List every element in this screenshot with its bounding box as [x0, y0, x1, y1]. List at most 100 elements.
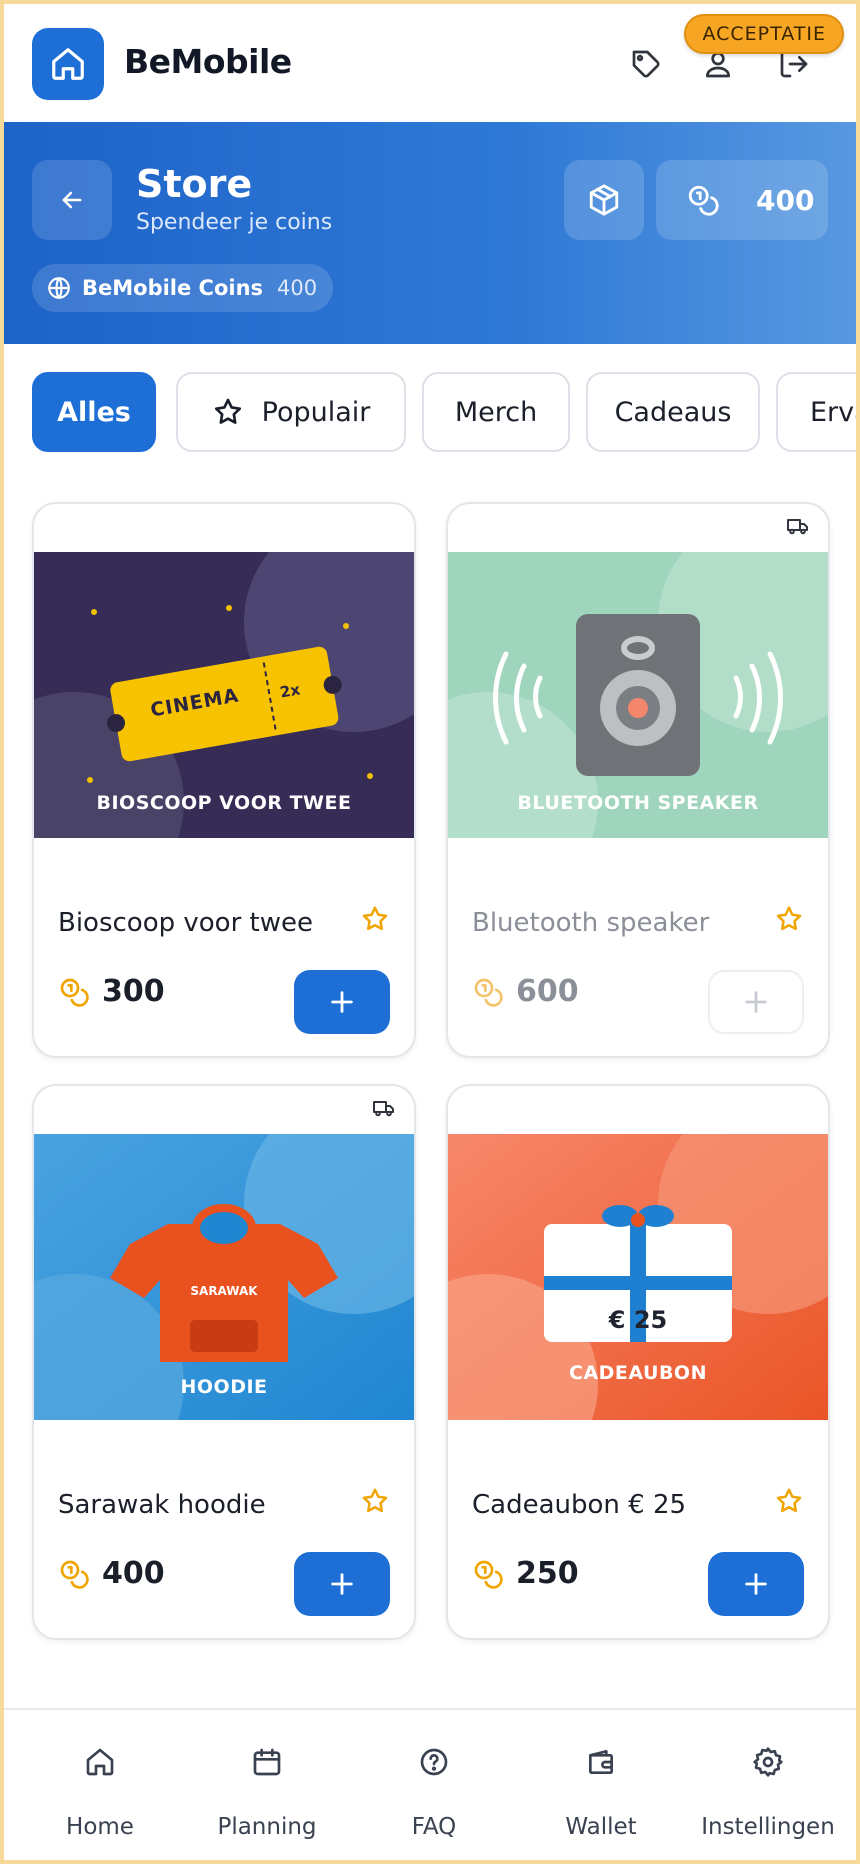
product-price-value: 300: [102, 974, 165, 1009]
back-button[interactable]: [32, 160, 112, 240]
favorite-button[interactable]: [774, 1486, 804, 1520]
nav-label: FAQ: [411, 1814, 457, 1840]
product-name: Sarawak hoodie: [58, 1490, 266, 1520]
filter-chip-merch[interactable]: Merch: [422, 372, 570, 452]
product-image-giftcard: € 25 CADEAUBON: [448, 1134, 828, 1420]
star-icon: [776, 1488, 802, 1513]
environment-badge: ACCEPTATIE: [684, 14, 844, 54]
brand-name: BeMobile: [124, 42, 292, 81]
coins-icon: [474, 1560, 503, 1589]
favorite-button[interactable]: [774, 904, 804, 938]
add-to-cart-button-disabled: [708, 970, 804, 1034]
top-bar: BeMobile ACCEPTATIE: [4, 4, 856, 122]
star-icon: [362, 1488, 388, 1513]
filter-chip-label: Populair: [261, 396, 371, 428]
filter-chip-label: Merch: [454, 396, 538, 428]
product-price: 600: [472, 974, 579, 1009]
plus-icon: [745, 991, 767, 1013]
filter-chip-cadeaus[interactable]: Cadeaus: [586, 372, 760, 452]
coins-chip-label: BeMobile Coins: [82, 276, 264, 300]
nav-item-wallet[interactable]: Wallet: [516, 1710, 686, 1860]
product-name: Bluetooth speaker: [472, 908, 710, 938]
coins-chip: BeMobile Coins 400: [32, 264, 334, 312]
nav-label: Instellingen: [701, 1814, 835, 1840]
image-caption: BIOSCOOP VOOR TWEE: [96, 792, 352, 814]
coins-icon: [60, 978, 89, 1007]
product-price-value: 250: [516, 1556, 579, 1591]
home-logo-button[interactable]: [32, 28, 104, 100]
product-name: Cadeaubon € 25: [472, 1490, 687, 1520]
hoodie-print-text: SARAWAK: [190, 1284, 258, 1298]
coins-icon: [474, 978, 503, 1007]
product-card-hoodie[interactable]: SARAWAK HOODIE Sarawak hoodie 400: [32, 1084, 416, 1640]
orders-button[interactable]: [564, 160, 644, 240]
coins-icon: [60, 1560, 89, 1589]
plus-icon: [331, 1573, 353, 1595]
product-card-speaker[interactable]: BLUETOOTH SPEAKER Bluetooth speaker 600: [446, 502, 830, 1058]
favorite-button[interactable]: [360, 904, 390, 938]
globe-icon: [48, 277, 70, 299]
nav-item-instellingen[interactable]: Instellingen: [683, 1710, 853, 1860]
nav-item-home[interactable]: Home: [15, 1710, 185, 1860]
product-price: 250: [472, 1556, 579, 1591]
arrow-left-icon: [62, 191, 82, 209]
coin-balance-value: 400: [756, 183, 815, 217]
coins-icon: [688, 185, 719, 216]
tag-icon: [632, 50, 660, 78]
nav-label: Home: [66, 1814, 134, 1840]
product-price-value: 600: [516, 974, 579, 1009]
delivery-badge: [370, 1096, 404, 1124]
home-icon: [86, 1748, 114, 1776]
filter-chip-ervaringen[interactable]: Ervaringen: [776, 372, 856, 452]
star-outline-icon: [214, 398, 241, 424]
home-icon: [52, 48, 84, 80]
product-price: 400: [58, 1556, 165, 1591]
app-frame: BeMobile ACCEPTATIE Store Spendeer je co…: [4, 4, 856, 1860]
tag-button[interactable]: [626, 44, 666, 84]
truck-icon: [787, 519, 808, 535]
add-to-cart-button[interactable]: [708, 1552, 804, 1616]
product-image-cinema: CINEMA 2x BIOSCOOP VOOR TWEE: [34, 552, 414, 838]
coin-balance-pill[interactable]: 400: [656, 160, 828, 240]
nav-label: Planning: [217, 1814, 317, 1840]
calendar-icon: [253, 1748, 281, 1776]
product-image-hoodie: SARAWAK HOODIE: [34, 1134, 414, 1420]
star-icon: [362, 906, 388, 931]
plus-icon: [745, 1573, 767, 1595]
store-header: Store Spendeer je coins 400 BeMobile Coi…: [4, 122, 856, 344]
image-caption: BLUETOOTH SPEAKER: [517, 792, 759, 814]
filter-chip-populair[interactable]: Populair: [176, 372, 406, 452]
star-icon: [776, 906, 802, 931]
filter-chip-alles[interactable]: Alles: [32, 372, 156, 452]
filter-chip-label: Cadeaus: [614, 396, 732, 428]
nav-label: Wallet: [565, 1814, 637, 1840]
truck-icon: [373, 1101, 394, 1117]
help-circle-icon: [420, 1748, 448, 1776]
nav-item-planning[interactable]: Planning: [182, 1710, 352, 1860]
filter-chip-label: Ervaringen: [810, 396, 856, 428]
wallet-icon: [589, 1750, 613, 1774]
delivery-badge: [784, 514, 818, 542]
product-price-value: 400: [102, 1556, 165, 1591]
page-subtitle: Spendeer je coins: [136, 210, 333, 235]
voucher-value: € 25: [608, 1306, 668, 1334]
page-title: Store: [136, 162, 253, 206]
gear-icon: [753, 1747, 783, 1777]
package-icon: [589, 184, 619, 216]
coins-chip-value: 400: [277, 276, 318, 300]
add-to-cart-button[interactable]: [294, 1552, 390, 1616]
nav-item-faq[interactable]: FAQ: [349, 1710, 519, 1860]
product-name: Bioscoop voor twee: [58, 908, 313, 938]
product-image-speaker: BLUETOOTH SPEAKER: [448, 552, 828, 838]
ticket-count: 2x: [278, 680, 302, 702]
product-card-cadeaubon[interactable]: € 25 CADEAUBON Cadeaubon € 25 250: [446, 1084, 830, 1640]
product-card-bioscoop[interactable]: CINEMA 2x BIOSCOOP VOOR TWEE Bioscoop vo…: [32, 502, 416, 1058]
image-caption: CADEAUBON: [569, 1362, 707, 1384]
bottom-navigation: Home Planning FAQ Wallet Instellingen: [4, 1708, 856, 1860]
plus-icon: [331, 991, 353, 1013]
filter-chip-label: Alles: [57, 396, 131, 428]
product-price: 300: [58, 974, 165, 1009]
add-to-cart-button[interactable]: [294, 970, 390, 1034]
favorite-button[interactable]: [360, 1486, 390, 1520]
image-caption: HOODIE: [180, 1376, 268, 1398]
